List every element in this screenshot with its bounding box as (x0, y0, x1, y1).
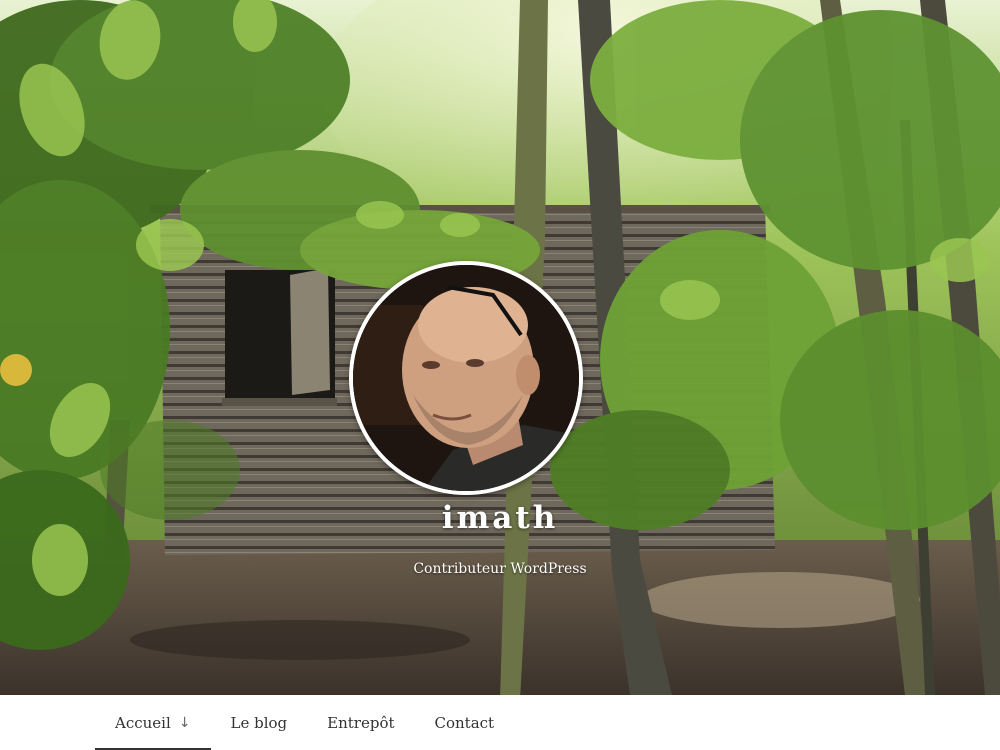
nav-item-accueil[interactable]: Accueil ↓ (95, 695, 211, 750)
nav-item-le-blog[interactable]: Le blog (211, 695, 308, 750)
arrow-down-icon: ↓ (178, 714, 191, 731)
nav-item-contact[interactable]: Contact (415, 695, 515, 750)
nav-list: Accueil ↓ Le blog Entrepôt Contact (95, 695, 514, 750)
nav-item-label: Le blog (230, 713, 288, 732)
nav-item-label: Entrepôt (327, 713, 395, 732)
site-description: Contributeur WordPress (413, 561, 587, 577)
avatar[interactable] (353, 265, 579, 491)
avatar-photo (353, 265, 579, 491)
main-navigation: Accueil ↓ Le blog Entrepôt Contact (0, 695, 1000, 750)
nav-item-entrepot[interactable]: Entrepôt (307, 695, 414, 750)
site-title[interactable]: imath (0, 500, 1000, 536)
site-header: imath Contributeur WordPress (0, 0, 1000, 695)
avatar-frame[interactable] (349, 261, 583, 495)
nav-item-label: Accueil (115, 713, 171, 732)
nav-item-label: Contact (434, 713, 495, 732)
page: imath Contributeur WordPress Accueil ↓ L… (0, 0, 1000, 750)
